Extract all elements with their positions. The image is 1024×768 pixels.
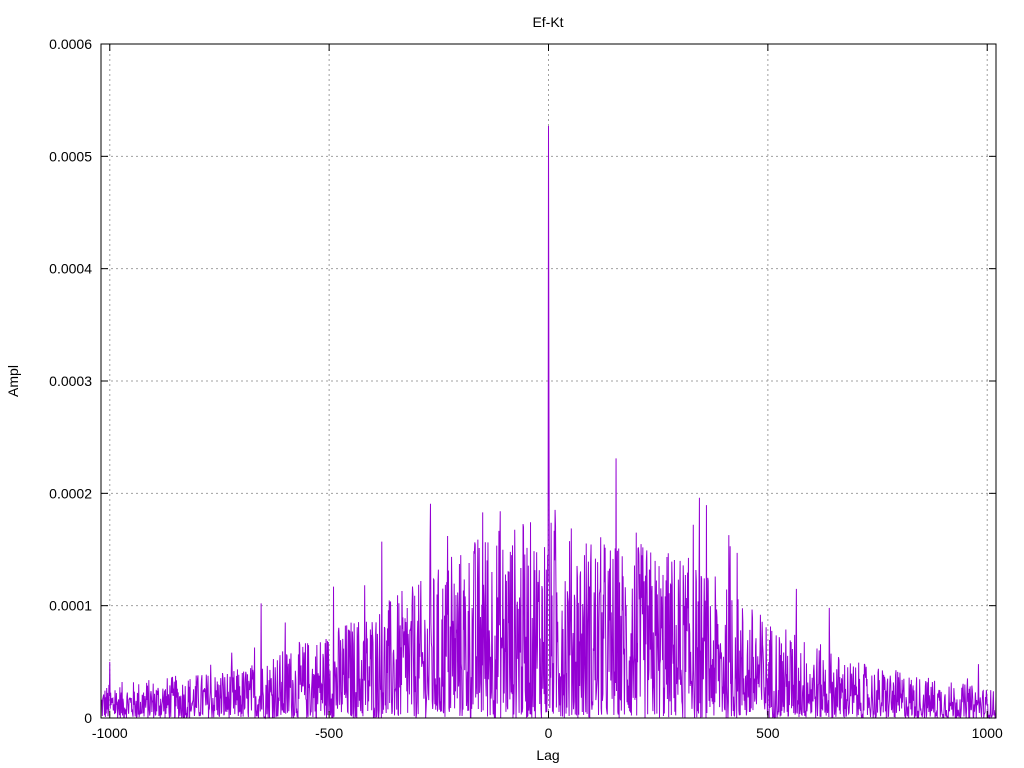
y-tick-label: 0.0002 — [49, 485, 92, 501]
y-tick-label: 0.0006 — [49, 36, 92, 52]
x-tick-label: -1000 — [92, 725, 128, 741]
x-tick-label: 1000 — [972, 725, 1003, 741]
y-tick-label: 0.0005 — [49, 148, 92, 164]
x-tick-label: 500 — [756, 725, 780, 741]
y-tick-label: 0 — [84, 710, 92, 726]
ef-kt-chart: 0 0.0001 0.0002 0.0003 0.0004 0.0005 0.0006 -10… — [5, 14, 1003, 763]
y-axis-title: Ampl — [5, 365, 21, 397]
y-tick-label: 0.0003 — [49, 373, 92, 389]
y-tick-label: 0.0001 — [49, 598, 92, 614]
chart-title: Ef-Kt — [532, 14, 563, 30]
tick-labels: 0 0.0001 0.0002 0.0003 0.0004 0.0005 0.0006 -10… — [49, 36, 1003, 741]
x-axis-title: Lag — [536, 747, 559, 763]
y-tick-label: 0.0004 — [49, 261, 92, 277]
x-tick-label: 0 — [545, 725, 553, 741]
x-tick-label: -500 — [315, 725, 343, 741]
